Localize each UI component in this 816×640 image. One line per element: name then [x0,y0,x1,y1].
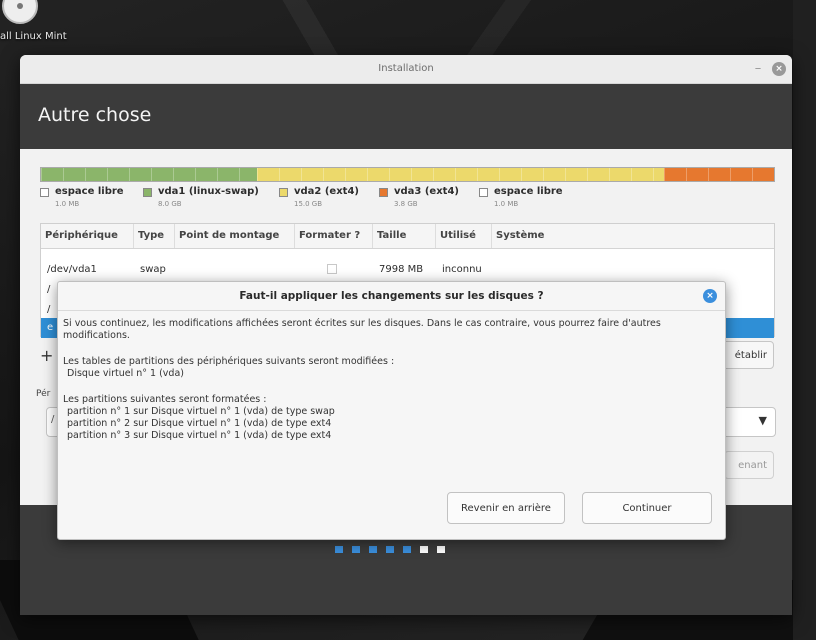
legend-swatch [479,188,488,197]
legend-name: vda2 (ext4) [294,186,359,197]
dialog-text: Disque virtuel n° 1 (vda) [67,368,184,379]
cell-type: swap [140,264,166,275]
dialog-text: Les partitions suivantes seront formatée… [63,394,267,405]
continue-button[interactable]: Continuer [582,492,712,524]
dialog-title: Faut-il appliquer les changements sur le… [58,282,725,311]
boot-device-value: / [51,414,55,425]
partition-bar [40,167,775,182]
legend-size: 1.0 MB [494,200,519,208]
desktop-icon-label: all Linux Mint [0,31,67,42]
step-dot-done [352,546,360,553]
cell-device: e [47,322,54,333]
cell-used: inconnu [442,264,482,275]
column-header[interactable]: Taille [373,224,436,248]
step-dot-done [386,546,394,553]
partition-segment [664,168,774,181]
legend-swatch [143,188,152,197]
format-checkbox[interactable] [327,264,337,274]
legend-name: espace libre [494,186,563,197]
dialog-text: partition n° 2 sur Disque virtuel n° 1 (… [67,418,332,429]
legend-name: vda3 (ext4) [394,186,459,197]
confirm-dialog: Faut-il appliquer les changements sur le… [57,281,726,540]
cell-device: / [47,304,51,315]
step-dot-done [335,546,343,553]
add-partition-button[interactable]: + [40,347,56,365]
column-header[interactable]: Point de montage [175,224,295,248]
dialog-message: Si vous continuez, les modifications aff… [63,318,721,442]
step-dot-pending [420,546,428,553]
legend-name: espace libre [55,186,124,197]
legend-name: vda1 (linux-swap) [158,186,259,197]
column-header[interactable]: Utilisé [436,224,492,248]
legend-swatch [279,188,288,197]
page-header: Autre chose [20,84,792,149]
step-dot-done [369,546,377,553]
install-desktop-icon[interactable] [0,0,40,30]
legend-size: 8.0 GB [158,200,182,208]
back-button[interactable]: Revenir en arrière [447,492,565,524]
window-titlebar[interactable]: Installation – × [20,55,792,84]
table-row[interactable]: /dev/vda1 swap 7998 MB inconnu [41,260,774,280]
legend-swatch [379,188,388,197]
cell-mount [175,260,181,280]
window-title: Installation [378,63,434,74]
column-header[interactable]: Périphérique [41,224,134,248]
cell-device: / [47,284,51,295]
desktop-shard [793,0,816,640]
legend-swatch [40,188,49,197]
disc-icon [2,0,38,24]
legend-size: 3.8 GB [394,200,418,208]
page-title: Autre chose [38,104,152,126]
step-dot-pending [437,546,445,553]
cell-system [492,260,498,280]
dialog-text: Les tables de partitions des périphériqu… [63,356,395,367]
legend-size: 15.0 GB [294,200,323,208]
column-header[interactable]: Formater ? [295,224,373,248]
dialog-text: partition n° 1 sur Disque virtuel n° 1 (… [67,406,335,417]
revert-button[interactable]: établir [718,341,774,369]
column-header[interactable]: Système [492,224,774,248]
table-header: Périphérique Type Point de montage Forma… [41,224,774,249]
column-header[interactable]: Type [134,224,175,248]
cell-device: /dev/vda1 [47,264,97,275]
boot-device-label: Pér [36,389,51,399]
dialog-close-button[interactable]: × [703,289,717,303]
dialog-text: Si vous continuez, les modifications aff… [63,318,661,341]
partition-segment [257,168,664,181]
partition-legend: espace libre 1.0 MB vda1 (linux-swap) 8.… [40,186,780,216]
install-now-button[interactable]: enant [724,451,774,479]
legend-size: 1.0 MB [55,200,80,208]
partition-segment [41,168,257,181]
step-dot-done [403,546,411,553]
dropdown-arrow-icon: ▼ [758,414,767,427]
minimize-button[interactable]: – [750,55,766,83]
window-close-button[interactable]: × [772,62,786,76]
cell-size: 7998 MB [379,264,424,275]
dialog-text: partition n° 3 sur Disque virtuel n° 1 (… [67,430,332,441]
